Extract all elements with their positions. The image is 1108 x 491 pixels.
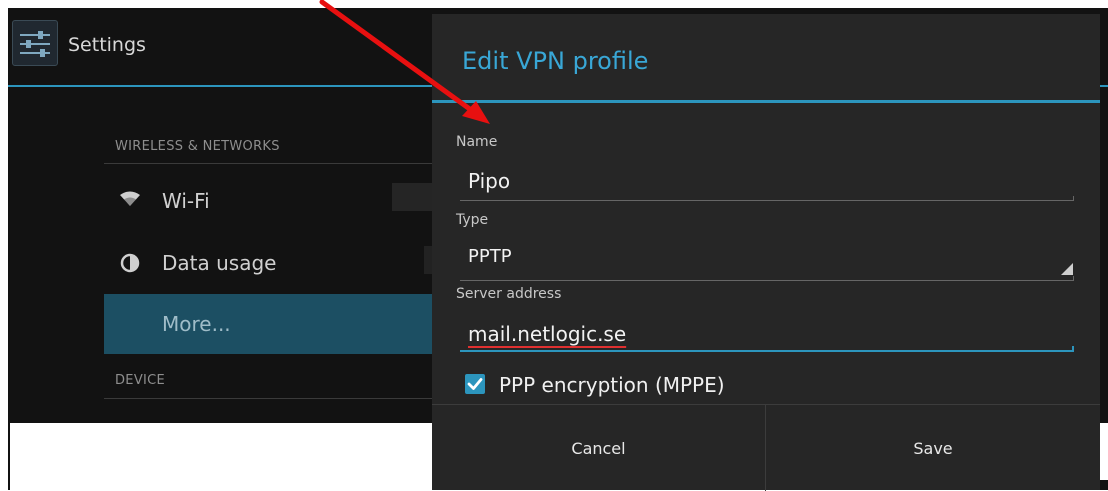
annotation-arrow-icon — [319, 0, 490, 124]
